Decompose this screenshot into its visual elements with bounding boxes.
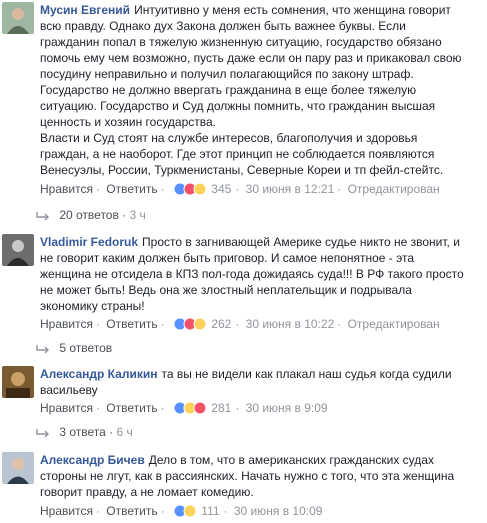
- reactions-icon[interactable]: [173, 182, 207, 200]
- edited-label[interactable]: Отредактирован: [348, 182, 440, 196]
- reply-button[interactable]: Ответить: [106, 401, 157, 415]
- reaction-count[interactable]: 345: [211, 182, 231, 196]
- like-button[interactable]: Нравится: [40, 317, 93, 331]
- edited-label[interactable]: Отредактирован: [348, 317, 440, 331]
- reaction-count[interactable]: 262: [211, 317, 231, 331]
- avatar[interactable]: [2, 2, 34, 34]
- comment-actions: Нравится · Ответить · 281 · 30 июня в 9:09: [40, 400, 328, 419]
- timestamp[interactable]: 30 июня в 10:09: [234, 504, 323, 518]
- timestamp[interactable]: 30 июня в 12:21: [246, 182, 335, 196]
- reply-arrow-icon: [36, 426, 50, 442]
- avatar[interactable]: [2, 234, 34, 266]
- like-button[interactable]: Нравится: [40, 504, 93, 518]
- like-button[interactable]: Нравится: [40, 401, 93, 415]
- author-name[interactable]: Мусин Евгений: [40, 3, 130, 17]
- reactions-icon[interactable]: [173, 317, 207, 335]
- reaction-count[interactable]: 111: [201, 504, 219, 518]
- avatar[interactable]: [2, 366, 34, 398]
- reply-button[interactable]: Ответить: [106, 317, 157, 331]
- timestamp[interactable]: 30 июня в 10:22: [246, 317, 335, 331]
- comment-actions: Нравится · Ответить · 262 · 30 июня в 10:22…: [40, 316, 440, 335]
- author-name[interactable]: Александр Бичев: [40, 453, 145, 467]
- reply-button[interactable]: Ответить: [106, 504, 157, 518]
- view-replies-link[interactable]: 3 ответа · 6 ч: [36, 424, 133, 442]
- comment-actions: Нравится · Ответить · 111 · 30 июня в 10:09: [40, 503, 322, 522]
- avatar[interactable]: [2, 452, 34, 484]
- comment-text: Мусин Евгений Интуитивно у меня есть сомн…: [40, 3, 462, 177]
- reply-arrow-icon: [36, 209, 50, 225]
- author-name[interactable]: Vladimir Fedoruk: [40, 235, 138, 249]
- view-replies-link[interactable]: 5 ответов: [36, 340, 112, 358]
- reply-arrow-icon: [36, 342, 50, 358]
- comment-text: Александр Бичев Дело в том, что в америка…: [40, 453, 455, 499]
- reaction-count[interactable]: 281: [211, 401, 231, 415]
- comment-actions: Нравится · Ответить · 345 · 30 июня в 12:21…: [40, 181, 440, 200]
- view-replies-link[interactable]: 20 ответов · 3 ч: [36, 207, 146, 225]
- timestamp[interactable]: 30 июня в 9:09: [246, 401, 328, 415]
- author-name[interactable]: Александр Каликин: [40, 367, 157, 381]
- reply-button[interactable]: Ответить: [106, 182, 157, 196]
- reactions-icon[interactable]: [173, 504, 197, 522]
- comment-text: Александр Каликин та вы не видели как пла…: [40, 367, 452, 397]
- comment-text: Vladimir Fedoruk Просто в загнивающей Аме…: [40, 235, 464, 313]
- like-button[interactable]: Нравится: [40, 182, 93, 196]
- reactions-icon[interactable]: [173, 401, 207, 419]
